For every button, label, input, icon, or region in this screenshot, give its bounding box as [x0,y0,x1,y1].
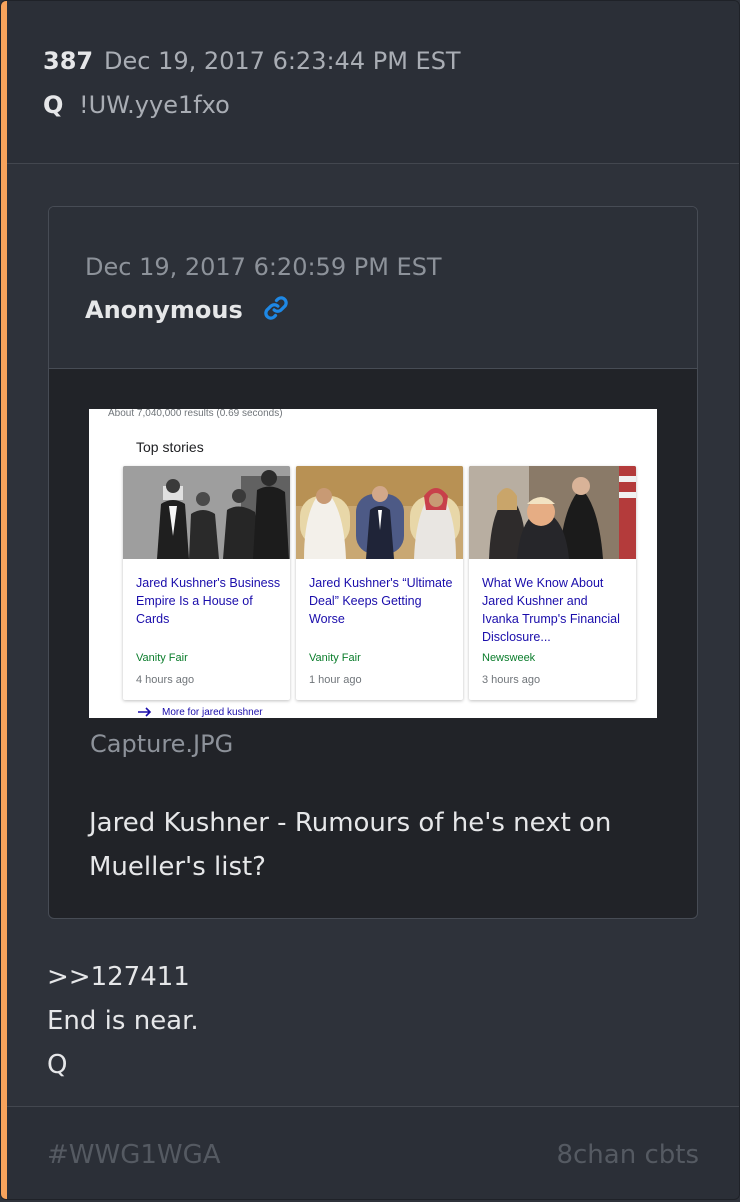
attachment-filename[interactable]: Capture.JPG [90,730,233,758]
post-text-line: End is near. [47,1006,199,1036]
story-photo [469,466,636,559]
story-age: 3 hours ago [482,674,541,686]
quoted-post: Dec 19, 2017 6:20:59 PM EST Anonymous Ab… [48,206,698,919]
story-photo [296,466,463,559]
accent-bar [1,1,7,1199]
post-date: Dec 19, 2017 6:23:44 PM EST [104,47,461,75]
attached-image[interactable]: About 7,040,000 results (0.69 seconds) T… [89,409,657,718]
post-text-line: Q [47,1050,68,1080]
story-card: What We Know About Jared Kushner and Iva… [469,466,636,700]
post-card: 387 Dec 19, 2017 6:23:44 PM EST Q !UW.yy… [0,0,740,1200]
post-footer: #WWG1WGA 8chan cbts [7,1106,739,1199]
hashtag-label: #WWG1WGA [47,1140,221,1170]
story-title[interactable]: What We Know About Jared Kushner and Iva… [482,574,627,646]
results-count: About 7,040,000 results (0.69 seconds) [108,409,283,419]
top-stories-heading: Top stories [136,439,204,455]
post-body: >>127411 End is near. Q [47,955,199,1087]
story-age: 1 hour ago [309,674,362,686]
post-author: Q [43,91,64,119]
quoted-post-text: Jared Kushner - Rumours of he's next on … [89,808,612,882]
story-age: 4 hours ago [136,674,195,686]
story-source: Vanity Fair [309,652,361,664]
board-label: 8chan cbts [556,1140,699,1170]
post-tripcode: !UW.yye1fxo [79,91,230,119]
story-title[interactable]: Jared Kushner's “Ultimate Deal” Keeps Ge… [309,574,454,628]
more-link[interactable]: More for jared kushner [162,707,263,718]
arrow-right-icon [138,707,152,717]
story-source: Vanity Fair [136,652,188,664]
story-card: Jared Kushner's Business Empire Is a Hou… [123,466,290,700]
quoted-post-author: Anonymous [85,296,243,324]
story-title[interactable]: Jared Kushner's Business Empire Is a Hou… [136,574,281,628]
post-number[interactable]: 387 [43,47,93,75]
quoted-post-date: Dec 19, 2017 6:20:59 PM EST [85,253,442,281]
link-icon[interactable] [261,293,291,323]
post-header: 387 Dec 19, 2017 6:23:44 PM EST Q !UW.yy… [7,1,739,164]
reply-link[interactable]: >>127411 [47,955,199,999]
story-source: Newsweek [482,652,536,664]
quoted-post-header: Dec 19, 2017 6:20:59 PM EST Anonymous [49,207,697,369]
story-photo [123,466,290,559]
story-card: Jared Kushner's “Ultimate Deal” Keeps Ge… [296,466,463,700]
